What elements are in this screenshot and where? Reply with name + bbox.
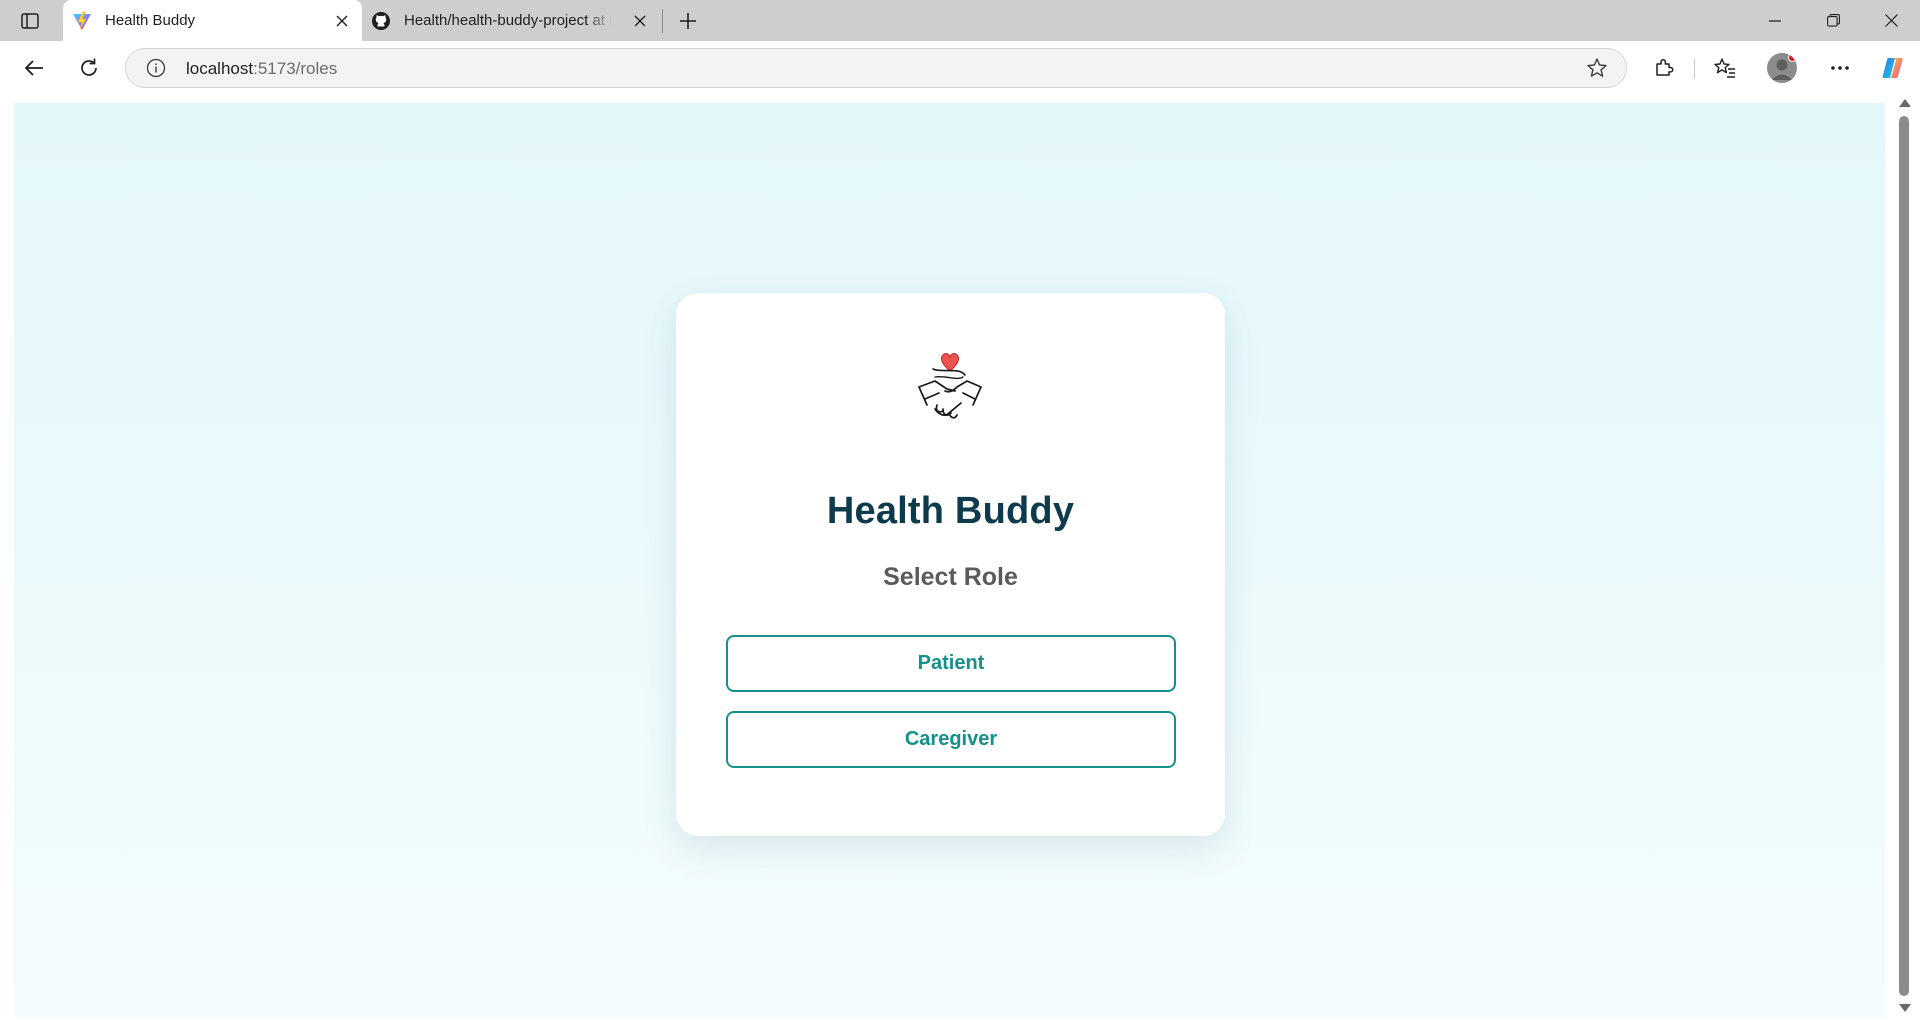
restore-button[interactable] [1805,0,1861,41]
minimize-button[interactable] [1747,0,1803,41]
page-viewport: Health Buddy Select Role Patient Caregiv… [14,103,1885,1017]
browser-toolbar: localhost:5173/roles [0,41,1920,95]
close-window-button[interactable] [1863,0,1919,41]
url-host: localhost [186,59,254,78]
github-icon [371,11,391,31]
site-info-icon[interactable] [146,58,166,78]
more-dots-icon [1831,66,1849,70]
tab-github[interactable]: Health/health-buddy-project at main [362,0,660,41]
extensions-button[interactable] [1646,51,1682,85]
minimize-icon [1769,19,1781,22]
patient-role-button[interactable]: Patient [726,635,1176,692]
reload-icon [81,58,97,76]
favorites-button[interactable] [1707,51,1743,85]
tab-strip: Health Buddy Health/health-buddy-project… [0,0,1920,41]
tab-actions-button[interactable] [14,9,46,33]
back-arrow-icon [24,60,43,76]
toolbar-divider [1694,59,1695,79]
url-text: localhost:5173/roles [186,59,337,79]
close-tab-icon[interactable] [630,11,650,31]
tab-title: Health Buddy [105,12,196,29]
notification-dot [1788,53,1797,62]
restore-icon [1826,14,1840,27]
tab-health-buddy[interactable]: Health Buddy [63,0,362,41]
sidebar-panel-icon [21,13,39,29]
settings-more-button[interactable] [1822,51,1858,85]
scrollbar-thumb[interactable] [1899,116,1909,996]
page-scrollbar[interactable] [1893,95,1915,1020]
back-button[interactable] [16,51,52,85]
close-icon [1884,14,1898,27]
caregiver-role-button[interactable]: Caregiver [726,711,1176,768]
plus-icon [680,13,696,29]
tab-title: Health/health-buddy-project at main [404,12,612,29]
select-role-heading: Select Role [883,563,1018,591]
close-tab-icon[interactable] [332,11,352,31]
scroll-down-arrow-icon[interactable] [1899,1004,1911,1012]
role-selection-card: Health Buddy Select Role Patient Caregiv… [676,293,1225,836]
tab-separator [662,9,663,33]
puzzle-piece-icon [1656,59,1674,76]
vite-logo-icon [72,11,92,31]
new-tab-button[interactable] [672,8,704,34]
url-path: :5173/roles [253,59,338,78]
favorite-star-icon[interactable] [1586,57,1608,79]
scroll-up-arrow-icon[interactable] [1899,99,1911,107]
copilot-icon [1882,58,1903,78]
copilot-button[interactable] [1876,51,1912,85]
profile-avatar[interactable] [1767,53,1797,83]
address-bar[interactable]: localhost:5173/roles [125,48,1627,88]
favorites-list-icon [1714,58,1735,78]
handshake-heart-icon [918,353,982,419]
app-title: Health Buddy [826,490,1075,532]
reload-button[interactable] [71,51,107,85]
